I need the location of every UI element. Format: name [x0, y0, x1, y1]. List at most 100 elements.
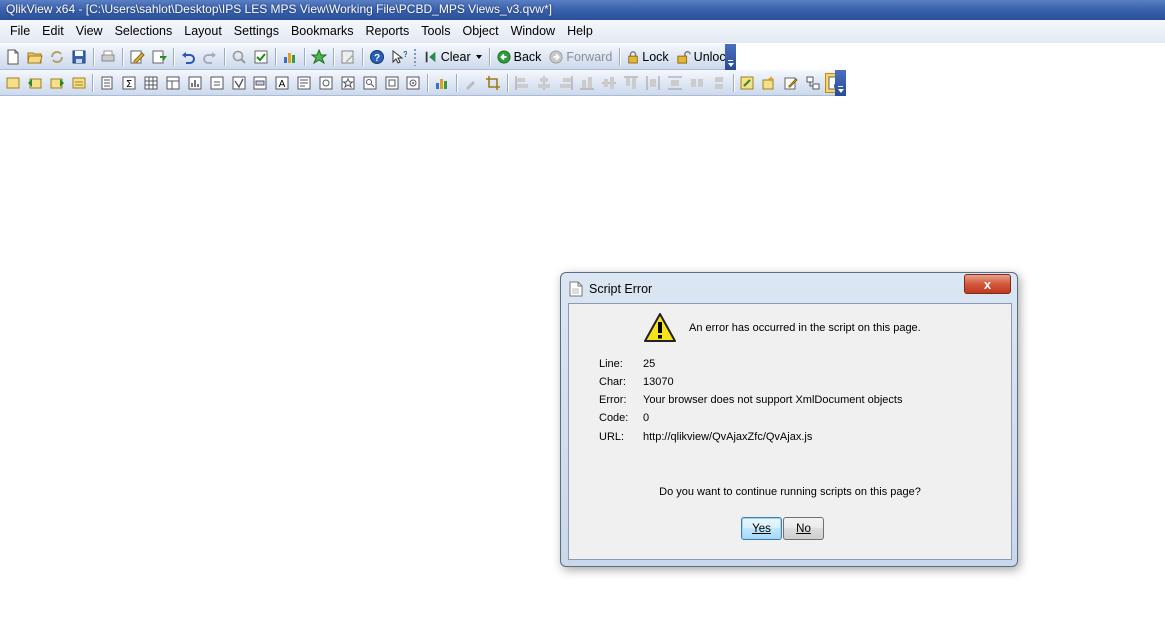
bookmark-object-icon[interactable]	[338, 73, 358, 93]
reload-icon[interactable]	[47, 47, 67, 67]
table-box-icon[interactable]	[163, 73, 183, 93]
edit-script-icon[interactable]	[127, 47, 147, 67]
toolbar-options-button[interactable]	[835, 70, 846, 96]
chart-icon[interactable]	[185, 73, 205, 93]
align-left-icon[interactable]	[512, 73, 532, 93]
menu-file[interactable]: File	[4, 20, 36, 43]
demote-sheet-icon[interactable]	[47, 73, 67, 93]
button-object-icon[interactable]	[250, 73, 270, 93]
detail-value: Your browser does not support XmlDocumen…	[643, 394, 903, 406]
window-title-bar: QlikView x64 - [C:\Users\sahlot\Desktop\…	[0, 0, 1165, 20]
print-icon[interactable]	[98, 47, 118, 67]
sheet-objects-icon[interactable]	[738, 73, 758, 93]
menu-help[interactable]: Help	[561, 20, 599, 43]
detail-value: 25	[643, 358, 656, 370]
input-box-icon[interactable]	[207, 73, 227, 93]
add-sheet-icon[interactable]	[3, 73, 23, 93]
format-painter-icon[interactable]	[461, 73, 481, 93]
toolbar-separator	[488, 47, 490, 66]
back-label: Back	[513, 49, 542, 64]
statistics-box-icon[interactable]: Σ	[119, 73, 139, 93]
new-sheet-object-icon[interactable]	[759, 73, 779, 93]
current-selections-box-icon[interactable]	[403, 73, 423, 93]
menu-edit[interactable]: Edit	[36, 20, 70, 43]
clear-button[interactable]: Clear	[420, 47, 486, 67]
checkbox-object-icon[interactable]	[229, 73, 249, 93]
toolbar-separator	[223, 47, 225, 66]
detail-row-error: Error: Your browser does not support Xml…	[599, 394, 902, 406]
text-object-icon[interactable]: A	[272, 73, 292, 93]
space-vertical-icon[interactable]	[665, 73, 685, 93]
toolbar-grip[interactable]	[412, 47, 417, 66]
no-button[interactable]: No	[783, 517, 824, 540]
chevron-down-icon[interactable]	[475, 54, 482, 59]
container-icon[interactable]	[382, 73, 402, 93]
chart-wizard-icon[interactable]	[280, 47, 300, 67]
script-error-dialog: Script Error x An error has occurred in …	[560, 272, 1018, 567]
listbox-icon[interactable]	[97, 73, 117, 93]
menu-object[interactable]: Object	[456, 20, 504, 43]
menu-layout[interactable]: Layout	[178, 20, 228, 43]
search-icon[interactable]	[229, 47, 249, 67]
close-button[interactable]: x	[964, 274, 1011, 294]
menu-settings[interactable]: Settings	[228, 20, 285, 43]
forward-button[interactable]: Forward	[545, 47, 616, 67]
space-horizontal-icon[interactable]	[643, 73, 663, 93]
slider-object-icon[interactable]	[316, 73, 336, 93]
promote-sheet-icon[interactable]	[25, 73, 45, 93]
svg-text:Σ: Σ	[126, 79, 132, 90]
menu-tools[interactable]: Tools	[415, 20, 456, 43]
search-object-icon[interactable]	[360, 73, 380, 93]
detail-value: http://qlikview/QvAjaxZfc/QvAjax.js	[643, 431, 813, 443]
continue-question: Do you want to continue running scripts …	[659, 486, 921, 498]
edit-object-icon[interactable]	[781, 73, 801, 93]
new-document-icon[interactable]	[3, 47, 23, 67]
redo-icon[interactable]	[200, 47, 220, 67]
layout-wizard-icon[interactable]	[432, 73, 452, 93]
edit-module-icon[interactable]	[338, 47, 358, 67]
context-help-icon[interactable]: ?	[389, 47, 409, 67]
design-toolbar: Σ A	[0, 70, 846, 96]
adjust-top-icon[interactable]	[709, 73, 729, 93]
menu-window[interactable]: Window	[505, 20, 561, 43]
standard-toolbar: ? ? Clear Back Forward Lock Unlock	[0, 44, 736, 70]
align-right-icon[interactable]	[556, 73, 576, 93]
align-top-icon[interactable]	[621, 73, 641, 93]
bookmark-star-icon[interactable]	[309, 47, 329, 67]
align-bottom-icon[interactable]	[577, 73, 597, 93]
save-icon[interactable]	[69, 47, 89, 67]
dialog-title-bar: Script Error	[569, 279, 652, 299]
toolbar-separator	[619, 47, 621, 66]
line-arrow-icon[interactable]	[294, 73, 314, 93]
toolbar-separator	[732, 73, 734, 92]
adjust-left-icon[interactable]	[687, 73, 707, 93]
align-middle-icon[interactable]	[599, 73, 619, 93]
toolbar-separator	[506, 73, 508, 92]
toolbar-separator	[172, 47, 174, 66]
toolbar-options-button[interactable]	[725, 44, 736, 70]
forward-arrow-icon	[549, 49, 563, 64]
menu-selections[interactable]: Selections	[109, 20, 179, 43]
undo-icon[interactable]	[178, 47, 198, 67]
grid-icon[interactable]	[803, 73, 823, 93]
toolbar-separator	[456, 73, 458, 92]
current-selections-icon[interactable]	[251, 47, 271, 67]
yes-button[interactable]: Yes	[741, 517, 782, 540]
reload-script-icon[interactable]	[149, 47, 169, 67]
detail-row-code: Code: 0	[599, 412, 649, 424]
lock-button[interactable]: Lock	[623, 47, 672, 67]
svg-text:A: A	[279, 79, 286, 90]
help-icon[interactable]: ?	[367, 47, 387, 67]
align-center-icon[interactable]	[534, 73, 554, 93]
open-folder-icon[interactable]	[25, 47, 45, 67]
back-button[interactable]: Back	[493, 47, 546, 67]
multi-box-icon[interactable]	[141, 73, 161, 93]
sheet-properties-icon[interactable]	[69, 73, 89, 93]
menu-bookmarks[interactable]: Bookmarks	[285, 20, 360, 43]
menu-view[interactable]: View	[70, 20, 109, 43]
toolbar-separator	[92, 47, 94, 66]
crop-icon[interactable]	[483, 73, 503, 93]
menu-reports[interactable]: Reports	[360, 20, 416, 43]
document-icon	[569, 281, 583, 297]
unlock-icon	[677, 50, 691, 64]
